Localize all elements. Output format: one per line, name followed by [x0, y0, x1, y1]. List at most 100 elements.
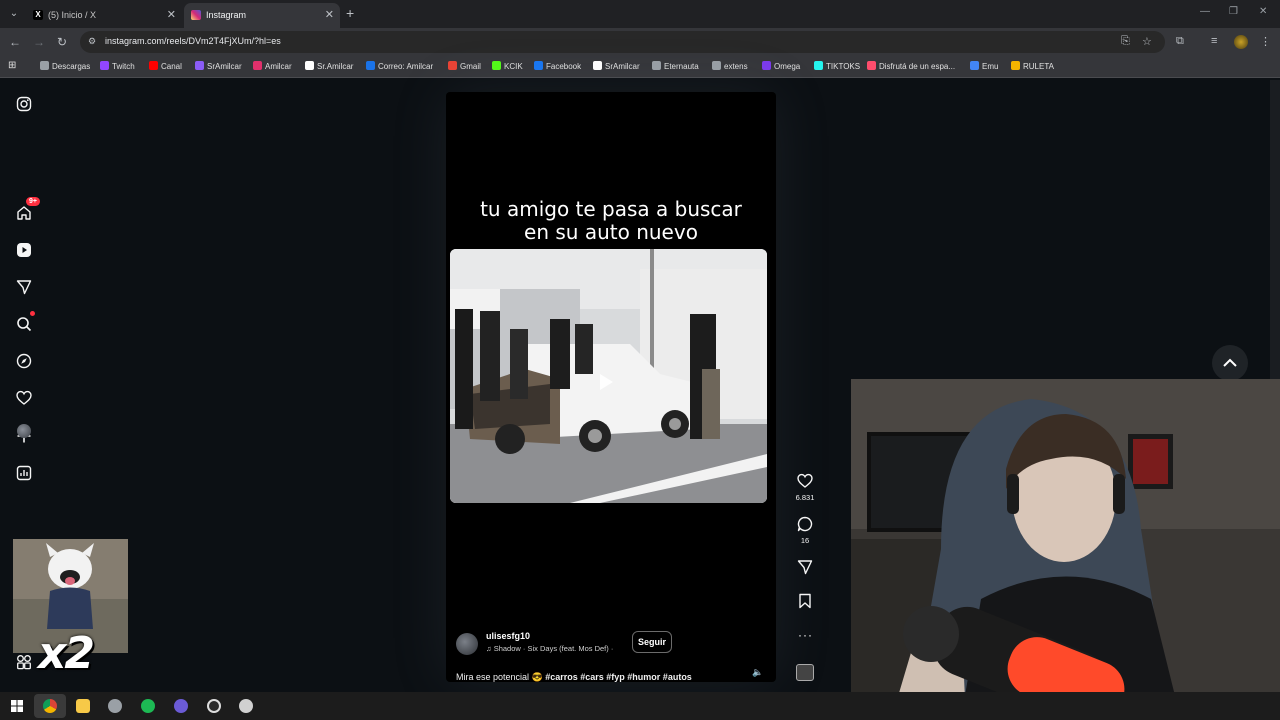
discord-icon[interactable]: [174, 699, 188, 713]
reel-caption-overlay: tu amigo te pasa a buscar en su auto nue…: [446, 198, 776, 244]
reel-audio-track[interactable]: ♫ Shadow · Six Days (feat. Mos Def) ·: [486, 644, 613, 653]
tab-x-inicio[interactable]: X (5) Inicio / X ✕: [26, 3, 182, 28]
author-avatar[interactable]: [456, 633, 478, 655]
like-heart-icon[interactable]: [796, 473, 814, 489]
bookmark-item[interactable]: RULETA: [1011, 61, 1054, 71]
bookmark-item[interactable]: Eternauta: [652, 61, 699, 71]
instagram-favicon-icon: [191, 10, 201, 20]
bookmark-label: Disfrutá de un espa...: [879, 62, 956, 71]
bookmark-label: Emu: [982, 62, 999, 71]
bookmark-item[interactable]: Sr.Amilcar: [305, 61, 353, 71]
bookmark-item[interactable]: SrAmilcar: [195, 61, 242, 71]
bookmarks-bar: ⊞ Descargas Twitch Canal SrAmilcar Amilcar Sr…: [0, 56, 1280, 78]
share-icon[interactable]: [796, 559, 814, 575]
bookmark-item[interactable]: SrAmilcar: [593, 61, 640, 71]
address-bar[interactable]: ⚙ instagram.com/reels/DVm2T4FjXUm/?hl=es: [80, 31, 1165, 53]
instagram-logo-icon[interactable]: [16, 96, 32, 112]
bookmark-star-icon[interactable]: ☆: [1142, 35, 1152, 48]
notifications-icon[interactable]: [16, 390, 32, 406]
bookmark-item[interactable]: Twitch: [100, 61, 135, 71]
bookmark-item[interactable]: Descargas: [40, 61, 90, 71]
bookmark-favicon-icon: [366, 61, 375, 70]
reels-icon[interactable]: [16, 242, 32, 258]
author-username[interactable]: ulisesfg10: [486, 631, 530, 641]
windows-start-icon[interactable]: [10, 699, 24, 713]
tab-search-chevron-icon[interactable]: ⌄: [6, 6, 22, 22]
bookmark-favicon-icon: [492, 61, 501, 70]
restore-icon[interactable]: ❐: [1229, 6, 1238, 17]
reel-video-frame[interactable]: [450, 249, 767, 503]
comment-icon[interactable]: [796, 516, 814, 532]
like-count: 6.831: [795, 493, 815, 502]
chrome-taskbar-icon[interactable]: [43, 699, 57, 713]
bookmark-item[interactable]: Correo: Amilcar: [366, 61, 433, 71]
bookmark-label: Twitch: [112, 62, 135, 71]
bookmark-favicon-icon: [253, 61, 262, 70]
search-icon[interactable]: [16, 316, 32, 332]
profile-avatar[interactable]: [1234, 35, 1248, 49]
bookmark-label: Gmail: [460, 62, 481, 71]
bookmark-favicon-icon: [448, 61, 457, 70]
close-window-icon[interactable]: ✕: [1259, 6, 1267, 17]
forward-arrow-icon[interactable]: →: [33, 35, 45, 49]
description-text: Mira ese potencial 😎: [456, 672, 546, 682]
bookmark-favicon-icon: [40, 61, 49, 70]
close-tab-icon[interactable]: ✕: [167, 3, 176, 28]
bookmark-item[interactable]: extens: [712, 61, 748, 71]
bookmark-favicon-icon: [100, 61, 109, 70]
tab-label: (5) Inicio / X: [48, 10, 97, 20]
bookmark-label: SrAmilcar: [207, 62, 242, 71]
bookmark-favicon-icon: [867, 61, 876, 70]
chrome-menu-icon[interactable]: ⋮: [1260, 35, 1271, 48]
follow-button[interactable]: Seguir: [632, 631, 673, 653]
spotify-icon[interactable]: [141, 699, 155, 713]
bookmark-favicon-icon: [652, 61, 661, 70]
more-icon[interactable]: [16, 654, 32, 670]
bookmark-item[interactable]: Canal: [149, 61, 182, 71]
bookmark-label: Amilcar: [265, 62, 292, 71]
site-info-icon[interactable]: ⚙: [88, 36, 98, 46]
extensions-puzzle-icon[interactable]: ⧉: [1176, 35, 1184, 48]
app-taskbar-icon[interactable]: [239, 699, 253, 713]
play-icon[interactable]: [600, 374, 613, 390]
save-bookmark-icon[interactable]: [796, 593, 814, 609]
reel-player[interactable]: tu amigo te pasa a buscar en su auto nue…: [446, 92, 776, 682]
close-tab-icon[interactable]: ✕: [325, 3, 334, 28]
minimize-icon[interactable]: —: [1200, 6, 1210, 17]
file-explorer-icon[interactable]: [76, 699, 90, 713]
reload-icon[interactable]: ↻: [57, 35, 67, 49]
more-options-icon[interactable]: ···: [798, 628, 813, 642]
home-icon[interactable]: [16, 205, 32, 221]
previous-reel-button[interactable]: [1212, 345, 1248, 381]
bookmark-favicon-icon: [593, 61, 602, 70]
bookmark-favicon-icon: [814, 61, 823, 70]
obs-icon[interactable]: [207, 699, 221, 713]
bookmark-item[interactable]: Emu: [970, 61, 998, 71]
bookmark-item[interactable]: Omega: [762, 61, 800, 71]
dashboard-icon[interactable]: [16, 465, 32, 481]
bookmark-favicon-icon: [534, 61, 543, 70]
steam-icon[interactable]: [108, 699, 122, 713]
apps-grid-icon[interactable]: ⊞: [8, 60, 16, 71]
bookmark-label: Canal: [161, 62, 182, 71]
explore-icon[interactable]: [16, 353, 32, 369]
bookmark-item[interactable]: TIKTOKS: [814, 61, 860, 71]
bookmark-item[interactable]: Amilcar: [253, 61, 292, 71]
profile-avatar-nav[interactable]: [17, 424, 31, 438]
bookmark-label: Eternauta: [664, 62, 699, 71]
bookmark-item[interactable]: Facebook: [534, 61, 581, 71]
messages-icon[interactable]: [16, 279, 32, 295]
streamer-webcam-image: [851, 379, 1280, 720]
bookmark-item[interactable]: Disfrutá de un espa...: [867, 61, 955, 71]
back-arrow-icon[interactable]: ←: [9, 35, 21, 49]
volume-icon[interactable]: 🔈: [752, 667, 763, 678]
new-tab-button[interactable]: +: [346, 5, 354, 21]
original-audio-thumbnail[interactable]: [796, 664, 814, 681]
bookmark-label: RULETA: [1023, 62, 1054, 71]
tab-instagram[interactable]: Instagram ✕: [184, 3, 340, 28]
media-control-icon[interactable]: ≡: [1211, 35, 1217, 47]
hashtags[interactable]: #carros #cars #fyp #humor #autos: [545, 672, 692, 682]
bookmark-item[interactable]: KCIK: [492, 61, 523, 71]
bookmark-item[interactable]: Gmail: [448, 61, 481, 71]
install-app-icon[interactable]: ⎘: [1121, 35, 1130, 48]
